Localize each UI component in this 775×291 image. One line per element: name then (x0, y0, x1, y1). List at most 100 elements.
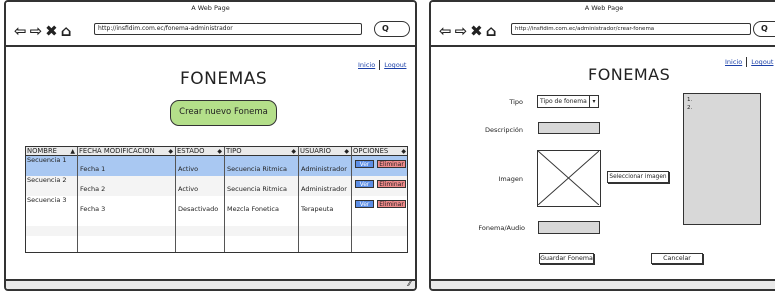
home-link[interactable]: Inicio (725, 58, 742, 66)
browser-window-create: A Web Page ⇦ ⇨ ✖ ⌂ http://insfidim.com.e… (429, 0, 775, 291)
sort-icon: ◆ (217, 148, 222, 155)
page-title: FONEMAS (180, 69, 268, 89)
sort-icon: ◆ (401, 148, 406, 155)
cell-usuario: Administrador (301, 165, 347, 173)
nav-controls: ⇦ ⇨ ✖ ⌂ (14, 20, 71, 42)
window-title: A Web Page (431, 2, 775, 15)
delete-button[interactable]: Eliminar (377, 180, 406, 188)
cell-estado: Desactivado (178, 205, 219, 213)
column-divider (224, 147, 225, 252)
cell-fecha: Fecha 2 (80, 185, 106, 193)
empty-row (26, 236, 407, 246)
descripcion-input[interactable] (538, 122, 600, 134)
cell-tipo: Secuencia Ritmica (227, 165, 287, 173)
browser-window-admin: A Web Page ⇦ ⇨ ✖ ⌂ http://insfidim.com.e… (4, 0, 417, 291)
status-bar: ⁄⁄ (6, 279, 415, 289)
sort-icon: ◆ (168, 148, 173, 155)
resize-grip-icon[interactable]: ⁄⁄ (408, 279, 411, 289)
descripcion-label: Descripción (484, 126, 523, 134)
top-links: Inicio Logout (358, 60, 406, 70)
logout-link[interactable]: Logout (751, 58, 773, 66)
delete-button[interactable]: Eliminar (377, 200, 406, 208)
image-placeholder (537, 150, 601, 207)
forward-icon[interactable]: ⇨ (30, 23, 43, 39)
chevron-down-icon: ▾ (589, 96, 598, 107)
col-header-label: NOMBRE (27, 147, 57, 155)
col-header-nombre[interactable]: NOMBRE ▲ (26, 147, 77, 156)
page-title: FONEMAS (588, 65, 671, 84)
tipo-select[interactable]: Tipo de fonema ▾ (537, 95, 599, 108)
tipo-label: Tipo (509, 98, 523, 106)
list-item[interactable]: 2. (687, 104, 757, 112)
cell-estado: Activo (178, 165, 199, 173)
audio-label: Fonema/Audio (478, 224, 525, 232)
fonema-list[interactable]: 1. 2. (683, 93, 761, 225)
link-divider (379, 60, 381, 70)
back-icon[interactable]: ⇦ (439, 23, 452, 39)
window-title: A Web Page (6, 2, 415, 15)
col-header-fecha[interactable]: FECHA MODIFICACION ◆ (78, 147, 175, 156)
col-header-opciones[interactable]: OPCIONES ◆ (352, 147, 408, 156)
select-image-button[interactable]: Seleccionar imagen (607, 171, 669, 183)
create-fonema-button[interactable]: Crear nuevo Fonema (170, 100, 277, 126)
cell-nombre: Secuencia 3 (27, 196, 67, 204)
col-header-estado[interactable]: ESTADO ◆ (176, 147, 224, 156)
cell-usuario: Administrador (301, 185, 347, 193)
fonemas-table: NOMBRE ▲ FECHA MODIFICACION ◆ ESTADO ◆ TIPO… (25, 146, 408, 253)
back-icon[interactable]: ⇦ (14, 23, 27, 39)
top-links: Inicio Logout (725, 57, 773, 67)
cell-usuario: Terapeuta (301, 205, 334, 213)
home-icon[interactable]: ⌂ (61, 23, 72, 39)
col-header-label: TIPO (226, 147, 242, 155)
column-divider (77, 147, 78, 252)
save-button[interactable]: Guardar Fonema (539, 253, 594, 264)
status-bar (431, 279, 775, 289)
search-icon: Q (382, 24, 389, 33)
delete-button[interactable]: Eliminar (377, 160, 406, 168)
search-field[interactable]: Q (753, 21, 775, 37)
cell-estado: Activo (178, 185, 199, 193)
cell-tipo: Secuencia Ritmica (227, 185, 287, 193)
col-header-label: OPCIONES (353, 147, 389, 155)
nav-controls: ⇦ ⇨ ✖ ⌂ (439, 20, 496, 42)
search-field[interactable]: Q (374, 21, 410, 37)
col-header-label: ESTADO (177, 147, 205, 155)
link-divider (746, 57, 748, 67)
cell-tipo: Mezcla Fonetica (227, 205, 279, 213)
search-icon: Q (761, 24, 768, 33)
imagen-label: Imagen (498, 175, 523, 183)
forward-icon[interactable]: ⇨ (455, 23, 468, 39)
sort-icon: ▲ (70, 148, 75, 155)
close-icon[interactable]: ✖ (45, 23, 58, 39)
logout-link[interactable]: Logout (384, 61, 406, 69)
cell-nombre: Secuencia 1 (27, 156, 67, 164)
address-bar: ⇦ ⇨ ✖ ⌂ http://insfidim.com.ec/fonema-ad… (6, 15, 415, 47)
address-bar: ⇦ ⇨ ✖ ⌂ http://insfidim.com.ec/administr… (431, 15, 775, 47)
col-header-tipo[interactable]: TIPO ◆ (225, 147, 298, 156)
column-divider (351, 147, 352, 252)
tipo-select-value: Tipo de fonema (540, 98, 587, 105)
url-field[interactable]: http://insfidim.com.ec/fonema-administra… (94, 23, 362, 35)
sort-icon: ◆ (291, 148, 296, 155)
column-divider (298, 147, 299, 252)
column-divider (175, 147, 176, 252)
view-button[interactable]: Ver (355, 200, 374, 208)
home-icon[interactable]: ⌂ (486, 23, 497, 39)
image-placeholder-icon (537, 150, 600, 206)
cancel-button[interactable]: Cancelar (651, 253, 703, 264)
sort-icon: ◆ (344, 148, 349, 155)
col-header-label: USUARIO (300, 147, 331, 155)
cell-fecha: Fecha 1 (80, 165, 106, 173)
view-button[interactable]: Ver (355, 160, 374, 168)
list-item[interactable]: 1. (687, 96, 757, 104)
audio-input[interactable] (538, 221, 600, 234)
empty-row (26, 216, 407, 226)
cell-nombre: Secuencia 2 (27, 176, 67, 184)
close-icon[interactable]: ✖ (470, 23, 483, 39)
home-link[interactable]: Inicio (358, 61, 375, 69)
col-header-label: FECHA MODIFICACION (79, 147, 155, 155)
url-field[interactable]: http://insfidim.com.ec/administrador/cre… (511, 23, 751, 35)
view-button[interactable]: Ver (355, 180, 374, 188)
cell-fecha: Fecha 3 (80, 205, 106, 213)
col-header-usuario[interactable]: USUARIO ◆ (299, 147, 351, 156)
